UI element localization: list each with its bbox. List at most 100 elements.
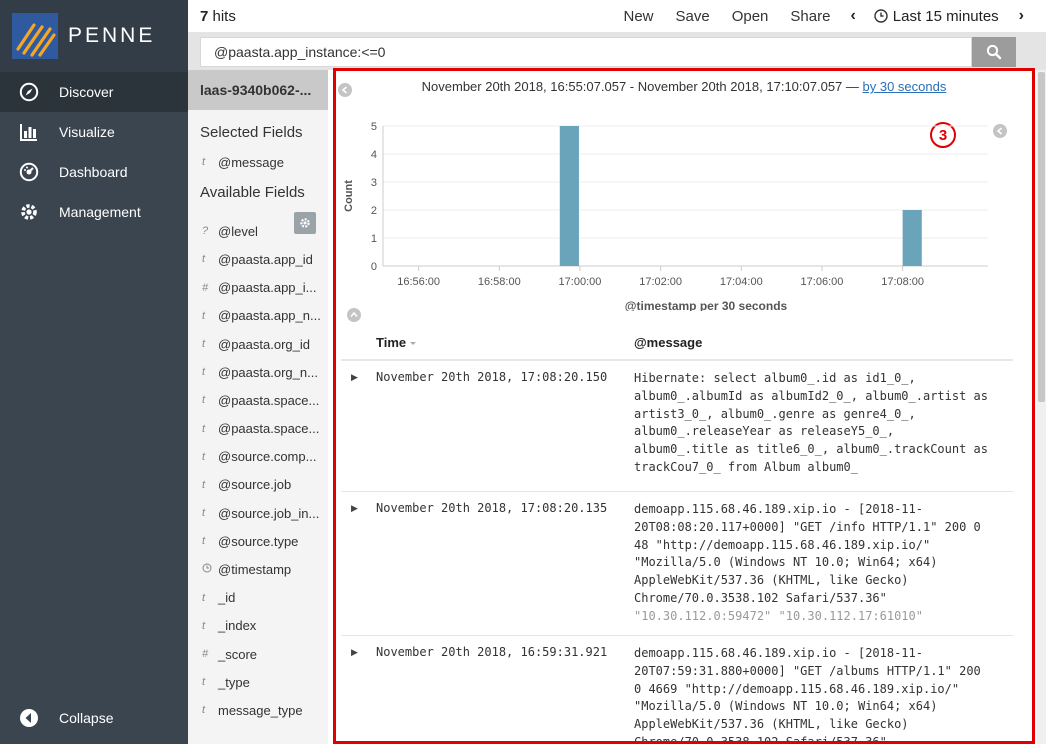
date-type-icon xyxy=(202,563,216,576)
table-header: Time @message xyxy=(341,329,1013,361)
nav-item-visualize[interactable]: Visualize xyxy=(0,112,188,152)
time-column-header[interactable]: Time xyxy=(376,335,418,350)
sort-down-icon xyxy=(410,341,417,345)
scrollbar-thumb[interactable] xyxy=(1038,72,1045,402)
field-item[interactable]: t _id xyxy=(188,584,328,612)
open-button[interactable]: Open xyxy=(732,8,769,25)
row-time: November 20th 2018, 16:59:31.921 xyxy=(376,645,608,659)
collapse-button[interactable]: Collapse xyxy=(0,698,188,738)
field-type-icon: t xyxy=(202,366,206,379)
row-message-overflow: "10.30.112.0:59472" "10.30.112.17:61010" xyxy=(634,608,923,623)
table-row: ▶ November 20th 2018, 17:08:20.135 demoapp… xyxy=(341,492,1013,636)
discover-results-panel: November 20th 2018, 16:55:07.057 - Novem… xyxy=(333,68,1035,744)
save-button[interactable]: Save xyxy=(676,8,710,25)
document-table: ▶ November 20th 2018, 17:08:20.150 Hiberna… xyxy=(341,361,1013,741)
x-axis-title: @timestamp per 30 seconds xyxy=(625,299,788,311)
field-item[interactable]: t @paasta.space... xyxy=(188,415,328,443)
x-tick-label: 16:58:00 xyxy=(478,276,521,288)
field-type-icon: t xyxy=(202,253,206,266)
nav-item-label: Discover xyxy=(59,84,114,100)
histogram-bar xyxy=(902,210,922,266)
y-tick-label: 5 xyxy=(371,121,377,133)
field-type-icon: # xyxy=(202,281,209,294)
share-button[interactable]: Share xyxy=(790,8,830,25)
field-item[interactable]: t @paasta.space... xyxy=(188,386,328,414)
nav-item-label: Visualize xyxy=(59,124,115,140)
page-scrollbar[interactable] xyxy=(1037,70,1046,744)
field-type-icon: t xyxy=(202,676,206,689)
nav-item-discover[interactable]: Discover xyxy=(0,72,188,112)
field-type-icon: t xyxy=(202,619,206,632)
field-item[interactable]: t @paasta.org_id xyxy=(188,330,328,358)
field-item[interactable]: t @source.comp... xyxy=(188,443,328,471)
x-tick-label: 16:56:00 xyxy=(397,276,440,288)
field-type-icon: t xyxy=(202,156,206,169)
left-nav: PENNE Discover Visualize Dashboard Manageme… xyxy=(0,0,188,744)
field-settings-button[interactable] xyxy=(294,212,316,234)
field-item[interactable]: t _index xyxy=(188,612,328,640)
clock-icon xyxy=(874,9,888,23)
time-picker[interactable]: Last 15 minutes xyxy=(874,8,999,25)
field-item[interactable]: # @paasta.app_i... xyxy=(188,274,328,302)
search-input[interactable]: @paasta.app_instance:<=0 xyxy=(200,37,972,67)
field-name: @paasta.org_id xyxy=(218,336,310,352)
y-axis-title: Count xyxy=(343,180,355,212)
field-item[interactable]: # _score xyxy=(188,640,328,668)
collapse-sidebar-icon[interactable] xyxy=(338,83,352,97)
bar-chart-icon xyxy=(18,121,40,143)
field-item[interactable]: t message_type xyxy=(188,696,328,724)
penne-logo-icon xyxy=(12,13,58,59)
expand-row-icon[interactable]: ▶ xyxy=(351,647,358,658)
field-item[interactable]: t _type xyxy=(188,668,328,696)
row-message: demoapp.115.68.46.189.xip.io - [2018-11-… xyxy=(634,502,981,623)
field-name: @paasta.space... xyxy=(218,392,320,408)
field-name: @paasta.app_id xyxy=(218,251,313,267)
prev-time-button[interactable]: ‹ xyxy=(850,7,855,25)
message-column-header: @message xyxy=(634,335,703,350)
field-name: @paasta.app_n... xyxy=(218,308,321,324)
histogram-bar xyxy=(559,126,579,266)
y-tick-label: 1 xyxy=(371,233,377,245)
field-name: _id xyxy=(218,590,236,606)
field-item[interactable]: t @source.job xyxy=(188,471,328,499)
field-type-icon: t xyxy=(202,338,206,351)
dashboard-icon xyxy=(18,161,40,183)
field-name: @paasta.org_n... xyxy=(218,364,318,380)
field-item[interactable]: @timestamp xyxy=(188,555,328,583)
gear-icon xyxy=(300,218,310,228)
field-name: @message xyxy=(218,154,284,170)
expand-row-icon[interactable]: ▶ xyxy=(351,503,358,514)
row-time: November 20th 2018, 17:08:20.135 xyxy=(376,501,608,515)
field-item[interactable]: t @source.job_in... xyxy=(188,499,328,527)
field-item[interactable]: t @paasta.app_id xyxy=(188,245,328,273)
app-logo[interactable]: PENNE xyxy=(0,0,188,72)
gear-icon xyxy=(18,201,40,223)
available-fields-title: Available Fields xyxy=(200,184,305,202)
field-item[interactable]: t @paasta.org_n... xyxy=(188,358,328,386)
field-name: _score xyxy=(218,646,258,662)
top-bar: 7 hits New Save Open Share ‹ Last 15 min… xyxy=(188,0,1046,32)
collapse-icon xyxy=(18,707,40,729)
next-time-button[interactable]: › xyxy=(1019,7,1024,25)
field-item[interactable]: t @source.type xyxy=(188,527,328,555)
nav-item-dashboard[interactable]: Dashboard xyxy=(0,152,188,192)
interval-link[interactable]: by 30 seconds xyxy=(863,79,947,94)
time-range-label: Last 15 minutes xyxy=(892,7,999,25)
field-type-icon: t xyxy=(202,478,206,491)
index-pattern-selector[interactable]: laas-9340b062-... xyxy=(188,70,328,110)
collapse-label: Collapse xyxy=(59,710,114,726)
row-message: Hibernate: select album0_.id as id1_0_, … xyxy=(634,371,989,474)
field-name: _type xyxy=(218,674,250,690)
search-button[interactable] xyxy=(972,37,1016,67)
top-menu: New Save Open Share ‹ Last 15 minutes › xyxy=(601,7,1024,25)
field-item[interactable]: t @message xyxy=(188,148,328,176)
y-tick-label: 4 xyxy=(371,149,377,161)
nav-item-management[interactable]: Management xyxy=(0,192,188,232)
field-name: @level xyxy=(218,223,258,239)
expand-row-icon[interactable]: ▶ xyxy=(351,372,358,383)
new-button[interactable]: New xyxy=(623,8,653,25)
field-type-icon: t xyxy=(202,309,206,322)
table-row: ▶ November 20th 2018, 16:59:31.921 demoapp… xyxy=(341,636,1013,741)
field-type-icon: t xyxy=(202,507,206,520)
field-item[interactable]: t @paasta.app_n... xyxy=(188,302,328,330)
